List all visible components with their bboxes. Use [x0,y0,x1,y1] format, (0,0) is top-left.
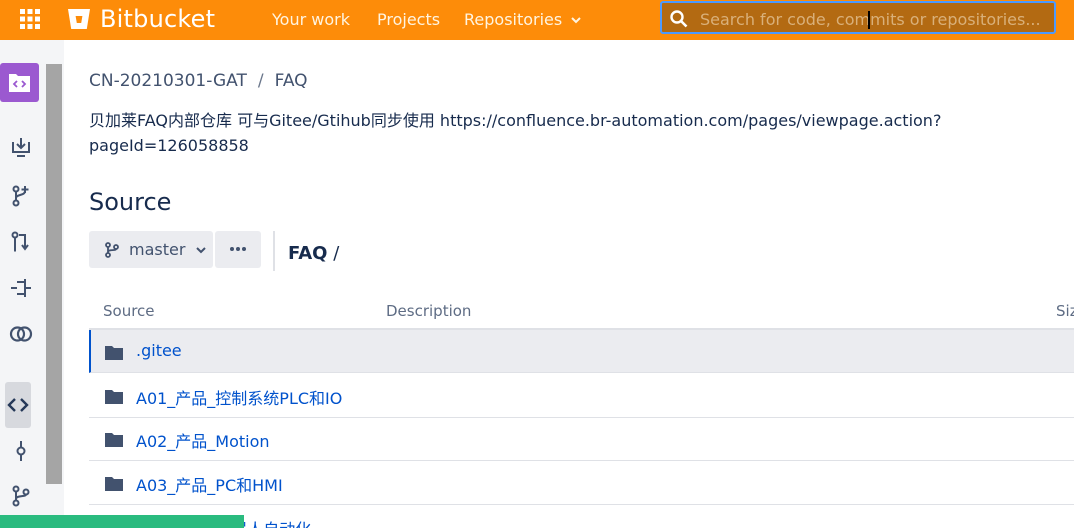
branches-icon[interactable] [9,484,33,508]
path-separator: / [327,243,340,264]
sidebar-scrollbar[interactable] [46,64,62,484]
toolbar-divider [273,231,275,271]
breadcrumb-project-link[interactable]: CN-20210301-GAT [89,71,247,91]
description-text: 贝加莱FAQ内部仓库 可与Gitee/Gtihub同步使用 [89,111,440,130]
folder-icon [105,433,123,447]
branch-name: master [129,240,186,259]
repo-avatar-icon[interactable] [0,63,39,102]
folder-icon [105,346,123,360]
file-name-link[interactable]: A02_产品_Motion [136,428,270,452]
more-icon [230,247,246,251]
repository-sidebar [0,40,64,528]
bitbucket-logo[interactable]: Bitbucket [66,5,215,33]
file-name-link[interactable]: .gitee [136,341,182,360]
chevron-down-icon [196,246,207,253]
nav-repositories-label: Repositories [464,10,563,29]
table-row[interactable]: A02_产品_Motion [89,417,1074,461]
source-icon[interactable] [5,382,31,428]
table-row[interactable]: .gitee [89,330,1074,373]
nav-projects[interactable]: Projects [377,10,440,29]
clone-icon[interactable] [9,136,33,160]
table-row[interactable]: A01_产品_控制系统PLC和IO [89,374,1074,418]
loading-progress-bar [0,515,244,528]
pull-request-icon[interactable] [9,230,33,254]
path-segment[interactable]: FAQ [288,243,327,264]
branch-selector-button[interactable]: master [89,231,213,268]
column-header-description: Description [386,302,472,320]
main-content: CN-20210301-GAT / FAQ 贝加莱FAQ内部仓库 可与Gitee/G… [64,40,1074,528]
table-row[interactable]: A03_产品_PC和HMI [89,461,1074,505]
table-header: Source Description Size [89,300,1074,330]
page-title: Source [89,188,172,216]
breadcrumb-separator: / [257,71,264,91]
compare-icon[interactable] [9,322,33,346]
breadcrumb-repo-link[interactable]: FAQ [275,71,308,91]
folder-icon [105,390,123,404]
breadcrumb: CN-20210301-GAT / FAQ [89,71,308,91]
fork-icon[interactable] [9,276,33,300]
commits-icon[interactable] [9,439,33,463]
file-name-link[interactable]: A01_产品_控制系统PLC和IO [136,385,342,409]
search-box[interactable] [660,1,1056,34]
current-path: FAQ / [288,243,339,264]
text-cursor-icon [868,11,870,29]
brand-name: Bitbucket [100,5,216,33]
top-navigation-bar: Bitbucket Your work Projects Repositorie… [0,0,1074,40]
branch-icon [105,241,119,258]
create-branch-icon[interactable] [9,184,33,208]
app-switcher-icon[interactable] [20,9,40,29]
column-header-size: Size [1056,302,1074,320]
nav-your-work[interactable]: Your work [272,10,350,29]
column-header-source: Source [103,302,155,320]
repository-description: 贝加莱FAQ内部仓库 可与Gitee/Gtihub同步使用 https://co… [89,108,989,158]
search-icon [670,10,688,28]
nav-repositories[interactable]: Repositories [464,10,582,29]
search-input[interactable] [698,7,1042,31]
bitbucket-logo-icon [68,9,90,29]
file-name-link[interactable]: A03_产品_PC和HMI [136,472,283,496]
more-actions-button[interactable] [215,231,261,268]
chevron-down-icon [571,16,581,23]
folder-icon [105,477,123,491]
